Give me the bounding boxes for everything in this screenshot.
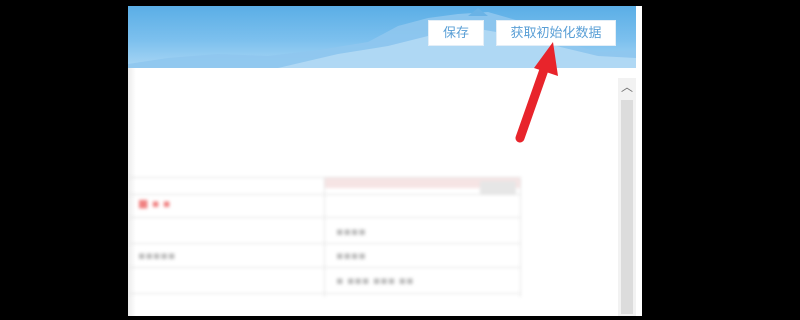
red-pointer-arrow-icon <box>515 42 558 143</box>
screenshot-frame: 保存 获取初始化数据 ■ ▪ ▪ ▪▪▪▪▪ ▪▪▪▪ ▪▪▪▪ ▪ ▪▪▪ ▪… <box>0 0 800 320</box>
